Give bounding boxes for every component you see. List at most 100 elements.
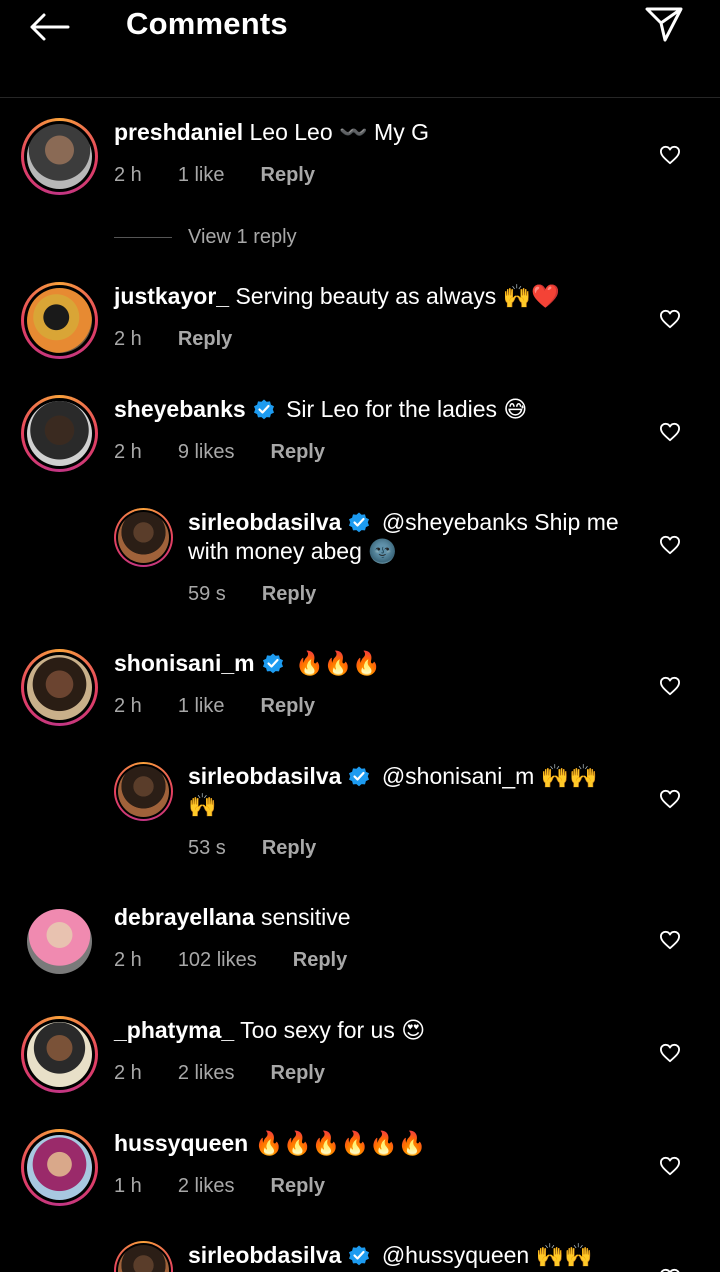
like-button[interactable] bbox=[656, 1265, 684, 1272]
heart-icon bbox=[660, 676, 680, 696]
verified-badge-icon bbox=[349, 1245, 370, 1266]
like-button[interactable] bbox=[656, 532, 684, 558]
heart-icon bbox=[660, 1268, 680, 1272]
heart-icon bbox=[660, 145, 680, 165]
timestamp: 2 h bbox=[114, 949, 142, 971]
like-button[interactable] bbox=[656, 1153, 684, 1179]
view-replies-label: View 1 reply bbox=[188, 226, 297, 248]
avatar[interactable] bbox=[21, 118, 98, 195]
comment-text: Leo Leo 〰️ My G bbox=[249, 119, 430, 145]
comment-meta: 1 h 2 likes Reply bbox=[114, 1175, 361, 1198]
verified-badge-icon bbox=[262, 653, 283, 674]
paper-plane-icon bbox=[645, 7, 683, 42]
divider bbox=[114, 237, 172, 238]
reply-item: sirleobdasilva @hussyqueen 🙌🙌 bbox=[0, 1241, 720, 1272]
comment-text: Sir Leo for the ladies 😅 bbox=[286, 396, 528, 422]
comment-body: preshdaniel Leo Leo 〰️ My G bbox=[114, 118, 634, 147]
avatar[interactable] bbox=[21, 1016, 98, 1093]
like-button[interactable] bbox=[656, 419, 684, 445]
heart-icon bbox=[660, 789, 680, 809]
reply-button[interactable]: Reply bbox=[178, 328, 232, 351]
timestamp: 2 h bbox=[114, 441, 142, 463]
reply-button[interactable]: Reply bbox=[262, 583, 316, 606]
username[interactable]: shonisani_m bbox=[114, 650, 255, 676]
username[interactable]: justkayor_ bbox=[114, 283, 229, 309]
comment-body: sheyebanks Sir Leo for the ladies 😅 bbox=[114, 395, 634, 424]
username[interactable]: debrayellana bbox=[114, 904, 255, 930]
comment-text: Too sexy for us 😍 bbox=[240, 1017, 426, 1043]
heart-icon bbox=[660, 1043, 680, 1063]
timestamp: 2 h bbox=[114, 1062, 142, 1084]
heart-icon bbox=[660, 422, 680, 442]
comment-body: sirleobdasilva @sheyebanks Ship me with … bbox=[188, 508, 628, 566]
like-button[interactable] bbox=[656, 306, 684, 332]
back-button[interactable] bbox=[26, 8, 72, 46]
timestamp: 59 s bbox=[188, 583, 226, 605]
share-button[interactable] bbox=[643, 5, 685, 43]
comment-body: justkayor_ Serving beauty as always 🙌❤️ bbox=[114, 282, 634, 311]
comment-text: Serving beauty as always 🙌❤️ bbox=[235, 283, 560, 309]
comment-body: debrayellana sensitive bbox=[114, 903, 634, 932]
comment-body: shonisani_m 🔥🔥🔥 bbox=[114, 649, 634, 678]
comment-meta: 59 s Reply bbox=[188, 583, 352, 606]
avatar[interactable] bbox=[21, 649, 98, 726]
heart-icon bbox=[660, 1156, 680, 1176]
comment-meta: 2 h 9 likes Reply bbox=[114, 441, 361, 464]
like-count[interactable]: 9 likes bbox=[178, 441, 235, 464]
comment-meta: 2 h 1 like Reply bbox=[114, 695, 351, 718]
like-count[interactable]: 102 likes bbox=[178, 949, 257, 972]
avatar[interactable] bbox=[21, 395, 98, 472]
like-count[interactable]: 1 like bbox=[178, 695, 225, 718]
like-button[interactable] bbox=[656, 1040, 684, 1066]
comment-text: 🔥🔥🔥 bbox=[295, 650, 381, 676]
username[interactable]: preshdaniel bbox=[114, 119, 243, 145]
reply-button[interactable]: Reply bbox=[271, 441, 325, 464]
timestamp: 2 h bbox=[114, 695, 142, 717]
comment-text: @hussyqueen 🙌🙌 bbox=[381, 1242, 593, 1268]
comment-body: sirleobdasilva @shonisani_m 🙌🙌 🙌 bbox=[188, 762, 628, 820]
reply-button[interactable]: Reply bbox=[261, 164, 315, 187]
reply-button[interactable]: Reply bbox=[293, 949, 347, 972]
comment-text: 🔥🔥🔥🔥🔥🔥 bbox=[254, 1130, 427, 1156]
username[interactable]: sirleobdasilva bbox=[188, 509, 341, 535]
comment-text: sensitive bbox=[261, 904, 351, 930]
comment-meta: 2 h 1 like Reply bbox=[114, 164, 351, 187]
avatar[interactable] bbox=[21, 1129, 98, 1206]
view-replies-button[interactable]: View 1 reply bbox=[114, 226, 297, 249]
like-button[interactable] bbox=[656, 673, 684, 699]
like-count[interactable]: 1 like bbox=[178, 164, 225, 187]
verified-badge-icon bbox=[349, 766, 370, 787]
like-count[interactable]: 2 likes bbox=[178, 1062, 235, 1085]
header: Comments bbox=[0, 0, 720, 98]
username[interactable]: sheyebanks bbox=[114, 396, 246, 422]
username[interactable]: _phatyma_ bbox=[114, 1017, 234, 1043]
like-button[interactable] bbox=[656, 142, 684, 168]
like-button[interactable] bbox=[656, 786, 684, 812]
comment-meta: 2 h 2 likes Reply bbox=[114, 1062, 361, 1085]
avatar[interactable] bbox=[114, 508, 173, 567]
username[interactable]: sirleobdasilva bbox=[188, 1242, 341, 1268]
username[interactable]: sirleobdasilva bbox=[188, 763, 341, 789]
avatar[interactable] bbox=[114, 762, 173, 821]
reply-button[interactable]: Reply bbox=[271, 1175, 325, 1198]
avatar[interactable] bbox=[114, 1241, 173, 1272]
reply-button[interactable]: Reply bbox=[261, 695, 315, 718]
reply-button[interactable]: Reply bbox=[262, 837, 316, 860]
comment-body: sirleobdasilva @hussyqueen 🙌🙌 bbox=[188, 1241, 628, 1270]
like-count[interactable]: 2 likes bbox=[178, 1175, 235, 1198]
comment-meta: 53 s Reply bbox=[188, 837, 352, 860]
reply-button[interactable]: Reply bbox=[271, 1062, 325, 1085]
heart-icon bbox=[660, 930, 680, 950]
page-title: Comments bbox=[126, 6, 288, 41]
heart-icon bbox=[660, 535, 680, 555]
comment-body: hussyqueen 🔥🔥🔥🔥🔥🔥 bbox=[114, 1129, 634, 1158]
timestamp: 53 s bbox=[188, 837, 226, 859]
comment-meta: 2 h 102 likes Reply bbox=[114, 949, 383, 972]
username[interactable]: hussyqueen bbox=[114, 1130, 248, 1156]
avatar[interactable] bbox=[21, 282, 98, 359]
timestamp: 2 h bbox=[114, 164, 142, 186]
timestamp: 1 h bbox=[114, 1175, 142, 1197]
avatar[interactable] bbox=[21, 903, 98, 980]
like-button[interactable] bbox=[656, 927, 684, 953]
heart-icon bbox=[660, 309, 680, 329]
